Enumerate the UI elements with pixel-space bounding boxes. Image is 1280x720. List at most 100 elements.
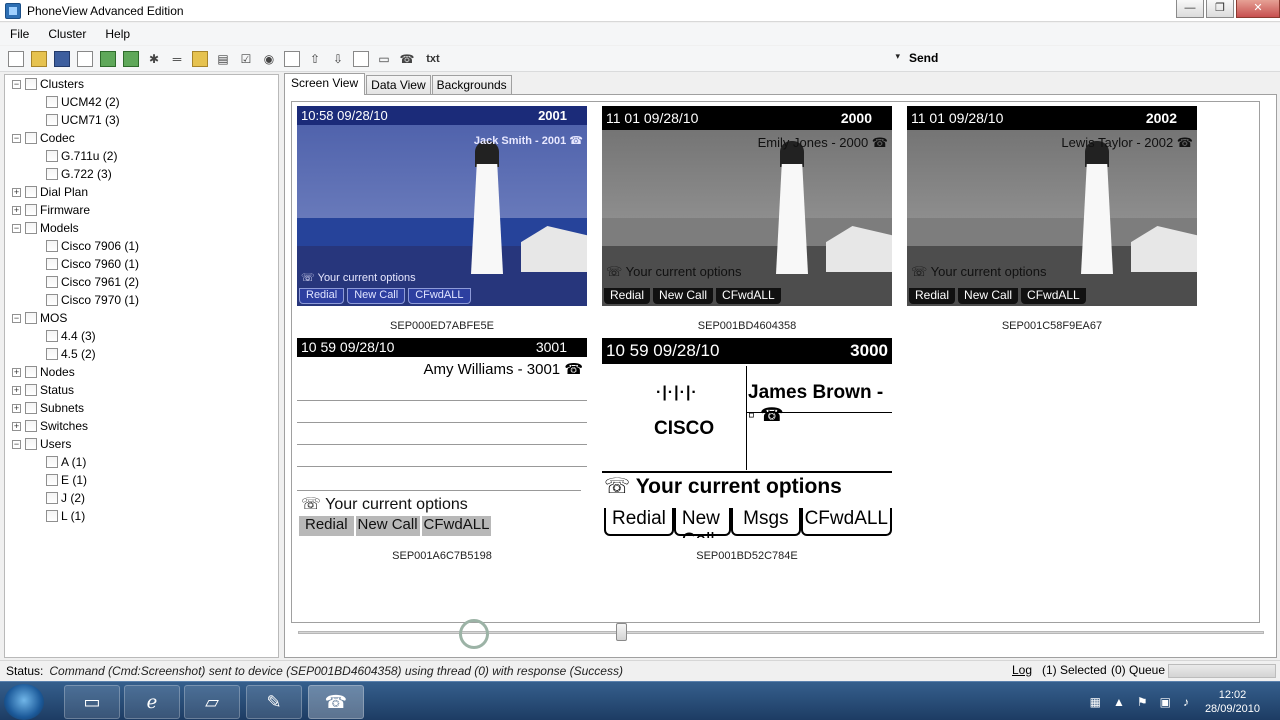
tree-checkbox[interactable]: [25, 132, 37, 144]
tree-checkbox[interactable]: [25, 420, 37, 432]
book-icon[interactable]: ▤: [215, 51, 231, 67]
clock[interactable]: 12:02 28/09/2010: [1205, 688, 1260, 716]
tree-category[interactable]: − Clusters: [12, 75, 84, 93]
softkey-new-call[interactable]: New Call: [673, 508, 732, 538]
softkey-redial[interactable]: Redial: [299, 516, 354, 536]
tree-item[interactable]: Cisco 7961 (2): [46, 273, 139, 291]
softkey-new-call[interactable]: New Call: [958, 288, 1019, 304]
tree-checkbox[interactable]: [46, 294, 58, 306]
download-icon[interactable]: ⇩: [330, 51, 346, 67]
zoom-slider-thumb[interactable]: [616, 623, 627, 641]
softkey-msgs[interactable]: Msgs: [731, 508, 801, 536]
menu-file[interactable]: File: [10, 27, 29, 41]
send-button[interactable]: Send: [909, 51, 938, 65]
menu-cluster[interactable]: Cluster: [48, 27, 86, 41]
tree-category[interactable]: + Subnets: [12, 399, 84, 417]
text-icon[interactable]: txt: [422, 51, 444, 67]
softkey-cfwdall[interactable]: CFwdALL: [421, 516, 492, 536]
tab-data-view[interactable]: Data View: [366, 75, 431, 95]
expand-icon[interactable]: +: [12, 403, 21, 413]
minimize-button[interactable]: —: [1176, 0, 1204, 18]
upload-icon[interactable]: ⇧: [307, 51, 323, 67]
tree-checkbox[interactable]: [25, 366, 37, 378]
explorer-icon[interactable]: ▭: [64, 685, 120, 719]
line-icon[interactable]: ═: [169, 51, 185, 67]
tree-checkbox[interactable]: [46, 474, 58, 486]
network-icon[interactable]: ▣: [1160, 695, 1171, 709]
new-document-icon[interactable]: [8, 50, 24, 67]
tab-screen-view[interactable]: Screen View: [284, 73, 366, 95]
dial-icon[interactable]: ✱: [146, 51, 162, 67]
maximize-button[interactable]: ❐: [1206, 0, 1234, 18]
window-icon[interactable]: [353, 50, 369, 67]
tree-checkbox[interactable]: [25, 186, 37, 198]
command-combo[interactable]: ▾: [486, 50, 904, 68]
collapse-icon[interactable]: −: [12, 223, 21, 233]
tree-item[interactable]: J (2): [46, 489, 85, 507]
tree-checkbox[interactable]: [46, 114, 58, 126]
tree-item[interactable]: UCM42 (2): [46, 93, 120, 111]
collapse-icon[interactable]: −: [12, 313, 21, 323]
tree-checkbox[interactable]: [46, 276, 58, 288]
tree-checkbox[interactable]: [25, 78, 37, 90]
collapse-icon[interactable]: −: [12, 439, 21, 449]
tree-category[interactable]: + Firmware: [12, 201, 90, 219]
start-button[interactable]: [4, 684, 44, 720]
tree-category[interactable]: + Dial Plan: [12, 183, 88, 201]
tree-item[interactable]: 4.5 (2): [46, 345, 96, 363]
softkey-new-call[interactable]: New Call: [653, 288, 714, 304]
tree-category[interactable]: + Status: [12, 381, 74, 399]
tree-item[interactable]: E (1): [46, 471, 87, 489]
tree-item[interactable]: L (1): [46, 507, 85, 525]
tree-category[interactable]: + Nodes: [12, 363, 75, 381]
expand-icon[interactable]: +: [12, 367, 21, 377]
phone-screen[interactable]: 11 01 09/28/10 2000 Emily Jones - 2000 ☎…: [602, 106, 892, 306]
tree-checkbox[interactable]: [46, 240, 58, 252]
tree-item[interactable]: Cisco 7906 (1): [46, 237, 139, 255]
phone-icon[interactable]: ☎: [399, 51, 415, 67]
tree-checkbox[interactable]: [25, 438, 37, 450]
keyboard-icon[interactable]: ▭: [376, 51, 392, 67]
expand-icon[interactable]: +: [12, 205, 21, 215]
tree-checkbox[interactable]: [25, 402, 37, 414]
tree-checkbox[interactable]: [46, 348, 58, 360]
collapse-icon[interactable]: −: [12, 133, 21, 143]
tree-checkbox[interactable]: [46, 510, 58, 522]
collapse-icon[interactable]: −: [12, 79, 21, 89]
phone-screen[interactable]: 11 01 09/28/10 2002 Lewis Taylor - 2002 …: [907, 106, 1197, 306]
softkey-redial[interactable]: Redial: [604, 288, 651, 304]
tree-category[interactable]: − MOS: [12, 309, 67, 327]
tree-item[interactable]: UCM71 (3): [46, 111, 120, 129]
globe-icon[interactable]: ◉: [261, 51, 277, 67]
softkey-redial[interactable]: Redial: [909, 288, 956, 304]
browser-icon[interactable]: ℯ: [124, 685, 180, 719]
zoom-slider-track[interactable]: [298, 631, 1264, 634]
expand-icon[interactable]: +: [12, 187, 21, 197]
softkey-cfwdall[interactable]: CFwdALL: [716, 288, 781, 304]
chevron-down-icon[interactable]: ▾: [895, 51, 900, 62]
expand-icon[interactable]: +: [12, 385, 21, 395]
tree-checkbox[interactable]: [25, 312, 37, 324]
screenshot-icon[interactable]: [123, 50, 139, 67]
tree-item[interactable]: G.711u (2): [46, 147, 117, 165]
softkey-redial[interactable]: Redial: [299, 288, 345, 304]
phone-screen[interactable]: 10 59 09/28/10 3000 ·|·|·|· CISCO James …: [602, 338, 892, 538]
tree-item[interactable]: Cisco 7970 (1): [46, 291, 139, 309]
checklist-icon[interactable]: ☑: [238, 51, 254, 67]
tree-category[interactable]: − Codec: [12, 129, 75, 147]
tree-category[interactable]: + Switches: [12, 417, 88, 435]
tree-item[interactable]: Cisco 7960 (1): [46, 255, 139, 273]
tree-category[interactable]: − Models: [12, 219, 79, 237]
expand-icon[interactable]: +: [12, 421, 21, 431]
menu-help[interactable]: Help: [105, 27, 130, 41]
tree-checkbox[interactable]: [46, 330, 58, 342]
tree-checkbox[interactable]: [46, 492, 58, 504]
tree-item[interactable]: A (1): [46, 453, 86, 471]
softkey-redial[interactable]: Redial: [604, 508, 674, 536]
tree-item[interactable]: G.722 (3): [46, 165, 112, 183]
show-hidden-icon[interactable]: ▲: [1113, 695, 1125, 709]
keyboard-tray-icon[interactable]: ▦: [1090, 695, 1101, 709]
open-folder-icon[interactable]: [31, 50, 47, 67]
close-button[interactable]: ✕: [1236, 0, 1280, 18]
report-icon[interactable]: [284, 50, 300, 67]
